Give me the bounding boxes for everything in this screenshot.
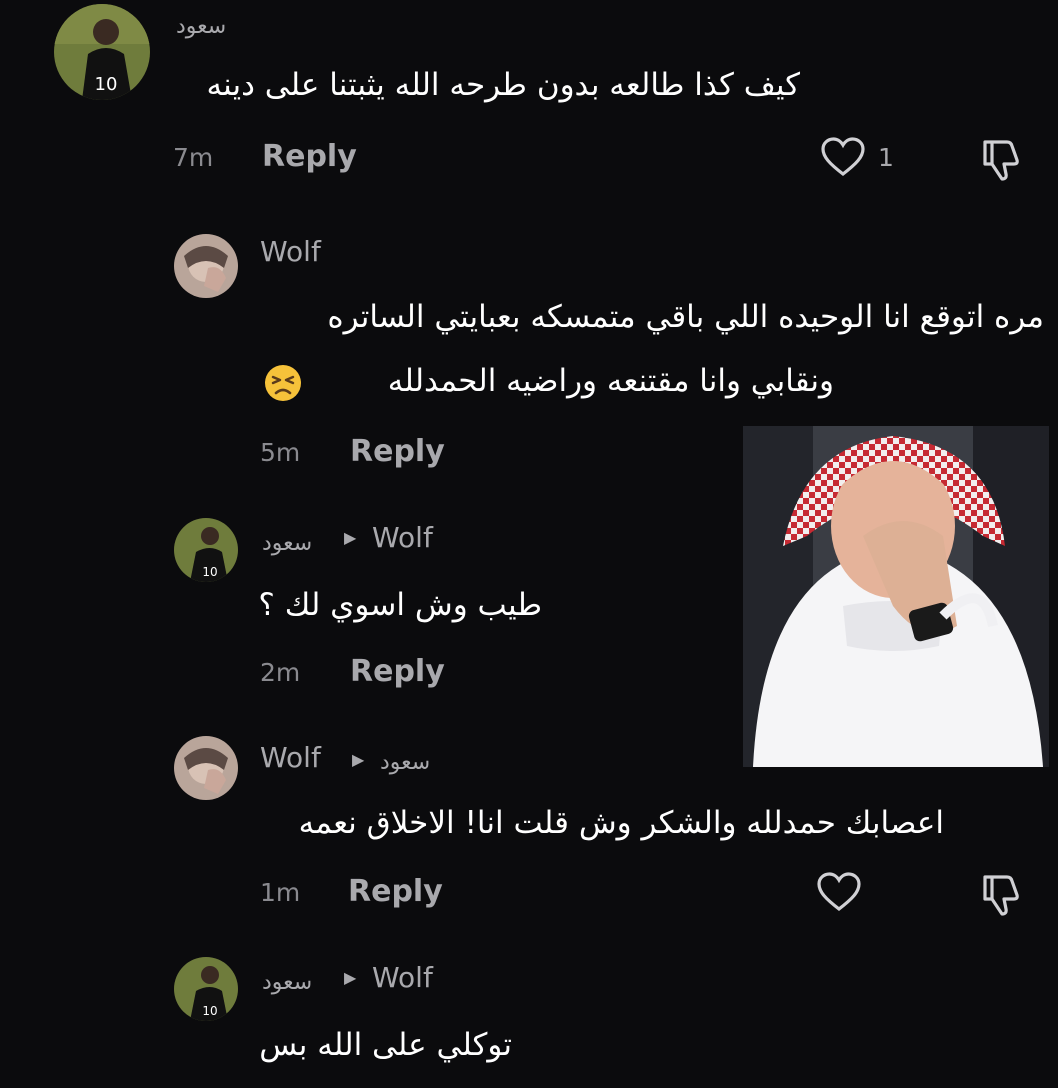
comment-text: توكلي على الله بس [259,1027,512,1063]
svg-text:10: 10 [202,565,217,579]
reply-to-username[interactable]: Wolf [372,964,433,992]
thumbs-down-icon[interactable] [977,871,1025,917]
avatar-saud[interactable]: 10 [54,4,150,100]
comment-text: اعصابك حمدلله والشكر وش قلت انا! الاخلاق… [298,805,944,841]
heart-icon[interactable] [820,136,866,178]
caret-right-icon: ▶ [352,750,365,769]
reaction-photo [743,426,1049,767]
comment-timestamp: 7m [173,143,214,172]
avatar-wolf[interactable] [174,234,238,298]
heart-icon[interactable] [816,871,862,913]
comment-timestamp: 2m [260,658,301,687]
comment-timestamp: 5m [260,438,301,467]
avatar-wolf[interactable] [174,736,238,800]
persevering-face-emoji [264,364,302,402]
username[interactable]: سعود [262,972,312,994]
reply-button[interactable]: Reply [262,142,357,172]
comment-text-line-1: مره اتوقع انا الوحيده اللي باقي متمسكه ب… [327,299,1044,335]
reply-to-username[interactable]: Wolf [372,524,433,552]
caret-right-icon: ▶ [344,528,357,547]
avatar-saud[interactable]: 10 [174,518,238,582]
thumbs-down-icon[interactable] [977,136,1025,182]
svg-text:10: 10 [95,74,118,95]
comment-text-line-2: ونقابي وانا مقتنعه وراضيه الحمدلله [387,363,834,399]
reply-button[interactable]: Reply [350,657,445,687]
avatar-saud[interactable]: 10 [174,957,238,1021]
like-count: 1 [878,143,894,172]
reply-to-username[interactable]: سعود [380,752,430,774]
reply-button[interactable]: Reply [350,437,445,467]
reply-button[interactable]: Reply [348,877,443,907]
caret-right-icon: ▶ [344,968,357,987]
svg-text:10: 10 [202,1004,217,1018]
username[interactable]: سعود [262,533,312,555]
comment-timestamp: 1m [260,878,301,907]
username[interactable]: Wolf [260,744,321,772]
comment-text: كيف كذا طالعه بدون طرحه الله يثبتنا على … [206,67,800,103]
comment-text: طيب وش اسوي لك ؟ [258,587,542,623]
username[interactable]: سعود [176,16,226,38]
username[interactable]: Wolf [260,238,321,266]
